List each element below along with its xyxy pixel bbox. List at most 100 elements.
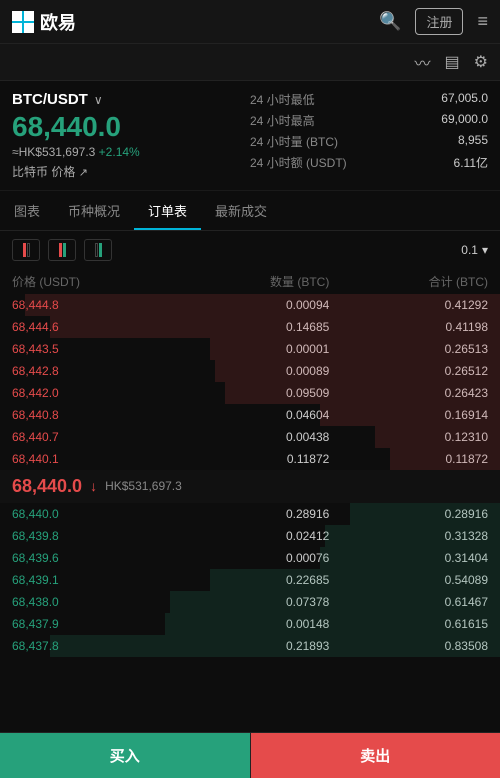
ask-price: 68,440.8 <box>12 408 171 422</box>
header: 欧易 🔍 注册 ≡ <box>0 0 500 44</box>
bid-price: 68,439.8 <box>12 529 171 543</box>
ob-decimals-selector[interactable]: 0.1 ▾ <box>461 243 488 257</box>
col-price-label: 价格 (USDT) <box>12 273 171 290</box>
bid-row: 68,439.6 0.00076 0.31404 <box>0 547 500 569</box>
logo: 欧易 <box>12 9 76 35</box>
ask-row: 68,440.8 0.04604 0.16914 <box>0 404 500 426</box>
ob-view-sell-only[interactable] <box>12 239 40 261</box>
stat-vol-btc: 24 小时量 (BTC) 8,955 <box>250 133 488 150</box>
ask-row: 68,443.5 0.00001 0.26513 <box>0 338 500 360</box>
bid-row: 68,440.0 0.28916 0.28916 <box>0 503 500 525</box>
ask-total: 0.12310 <box>329 430 488 444</box>
pair-arrow-icon[interactable]: ∨ <box>94 93 103 107</box>
btc-label: 比特币 价格 ↗ <box>12 163 250 180</box>
ob-view-buy-only[interactable] <box>84 239 112 261</box>
ob-view-both[interactable] <box>48 239 76 261</box>
ask-price: 68,442.8 <box>12 364 171 378</box>
bid-row: 68,438.0 0.07378 0.61467 <box>0 591 500 613</box>
register-button[interactable]: 注册 <box>415 8 463 35</box>
ask-price: 68,443.5 <box>12 342 171 356</box>
bid-price: 68,439.6 <box>12 551 171 565</box>
ob-toolbar: 0.1 ▾ <box>0 231 500 269</box>
ask-amount: 0.00089 <box>171 364 330 378</box>
ask-total: 0.41198 <box>329 320 488 334</box>
ask-total: 0.26423 <box>329 386 488 400</box>
header-right: 🔍 注册 ≡ <box>379 8 488 35</box>
sub-header: 〰 ▤ ⚙ <box>0 44 500 81</box>
bid-row: 68,437.8 0.21893 0.83508 <box>0 635 500 657</box>
ask-amount: 0.00001 <box>171 342 330 356</box>
chart-wave-icon[interactable]: 〰 <box>415 50 431 74</box>
menu-icon[interactable]: ≡ <box>477 11 488 32</box>
bid-total: 0.83508 <box>329 639 488 653</box>
ask-price: 68,442.0 <box>12 386 171 400</box>
bid-amount: 0.21893 <box>171 639 330 653</box>
bid-total: 0.28916 <box>329 507 488 521</box>
bid-price: 68,439.1 <box>12 573 171 587</box>
price-stats: 24 小时最低 67,005.0 24 小时最高 69,000.0 24 小时量… <box>250 91 488 175</box>
ask-price: 68,444.8 <box>12 298 171 312</box>
bid-price: 68,440.0 <box>12 507 171 521</box>
bid-price: 68,437.8 <box>12 639 171 653</box>
buy-button[interactable]: 买入 <box>0 733 250 778</box>
btc-link-icon[interactable]: ↗ <box>79 167 88 179</box>
ask-row: 68,440.1 0.11872 0.11872 <box>0 448 500 470</box>
ask-total: 0.11872 <box>329 452 488 466</box>
pair-name: BTC/USDT <box>12 91 88 108</box>
settings-icon[interactable]: ⚙ <box>474 52 488 72</box>
ask-price: 68,440.1 <box>12 452 171 466</box>
ask-row: 68,444.8 0.00094 0.41292 <box>0 294 500 316</box>
ask-amount: 0.00438 <box>171 430 330 444</box>
bottom-bar: 买入 卖出 <box>0 732 500 778</box>
ask-rows: 68,444.8 0.00094 0.41292 68,444.6 0.1468… <box>0 294 500 470</box>
bid-total: 0.61467 <box>329 595 488 609</box>
card-icon[interactable]: ▤ <box>445 52 460 72</box>
sell-button[interactable]: 卖出 <box>251 733 500 778</box>
ob-column-headers: 价格 (USDT) 数量 (BTC) 合计 (BTC) <box>0 269 500 294</box>
tab-overview[interactable]: 币种概况 <box>54 191 134 230</box>
bid-row: 68,439.1 0.22685 0.54089 <box>0 569 500 591</box>
ask-price: 68,440.7 <box>12 430 171 444</box>
ask-total: 0.41292 <box>329 298 488 312</box>
tab-chart[interactable]: 图表 <box>0 191 54 230</box>
stat-low: 24 小时最低 67,005.0 <box>250 91 488 108</box>
bid-row: 68,439.8 0.02412 0.31328 <box>0 525 500 547</box>
orderbook: 0.1 ▾ 价格 (USDT) 数量 (BTC) 合计 (BTC) 68,444… <box>0 231 500 657</box>
mid-price-arrow-icon: ↓ <box>90 478 97 494</box>
price-left: BTC/USDT ∨ 68,440.0 ≈HK$531,697.3 +2.14%… <box>12 91 250 180</box>
pair-row: BTC/USDT ∨ <box>12 91 250 108</box>
stat-vol-usdt: 24 小时额 (USDT) 6.11亿 <box>250 154 488 171</box>
price-top: BTC/USDT ∨ 68,440.0 ≈HK$531,697.3 +2.14%… <box>12 91 488 180</box>
logo-icon <box>12 11 34 33</box>
ask-row: 68,442.0 0.09509 0.26423 <box>0 382 500 404</box>
col-amount-label: 数量 (BTC) <box>171 273 330 290</box>
bid-total: 0.54089 <box>329 573 488 587</box>
bid-amount: 0.00148 <box>171 617 330 631</box>
ask-row: 68,442.8 0.00089 0.26512 <box>0 360 500 382</box>
price-section: BTC/USDT ∨ 68,440.0 ≈HK$531,697.3 +2.14%… <box>0 81 500 191</box>
price-change: +2.14% <box>99 145 140 159</box>
tab-orderbook[interactable]: 订单表 <box>134 191 201 230</box>
bid-total: 0.61615 <box>329 617 488 631</box>
ask-amount: 0.11872 <box>171 452 330 466</box>
bid-row: 68,437.9 0.00148 0.61615 <box>0 613 500 635</box>
mid-price-hk: HK$531,697.3 <box>105 479 182 493</box>
ask-total: 0.26513 <box>329 342 488 356</box>
ask-total: 0.16914 <box>329 408 488 422</box>
col-total-label: 合计 (BTC) <box>329 273 488 290</box>
ask-row: 68,444.6 0.14685 0.41198 <box>0 316 500 338</box>
bid-rows: 68,440.0 0.28916 0.28916 68,439.8 0.0241… <box>0 503 500 657</box>
search-icon[interactable]: 🔍 <box>379 11 401 32</box>
hk-price: ≈HK$531,697.3 +2.14% <box>12 145 250 159</box>
ask-amount: 0.09509 <box>171 386 330 400</box>
bid-total: 0.31404 <box>329 551 488 565</box>
tab-trades[interactable]: 最新成交 <box>201 191 281 230</box>
stat-high: 24 小时最高 69,000.0 <box>250 112 488 129</box>
bid-price: 68,438.0 <box>12 595 171 609</box>
ask-amount: 0.04604 <box>171 408 330 422</box>
ask-total: 0.26512 <box>329 364 488 378</box>
bid-amount: 0.28916 <box>171 507 330 521</box>
bid-total: 0.31328 <box>329 529 488 543</box>
ask-price: 68,444.6 <box>12 320 171 334</box>
ask-row: 68,440.7 0.00438 0.12310 <box>0 426 500 448</box>
